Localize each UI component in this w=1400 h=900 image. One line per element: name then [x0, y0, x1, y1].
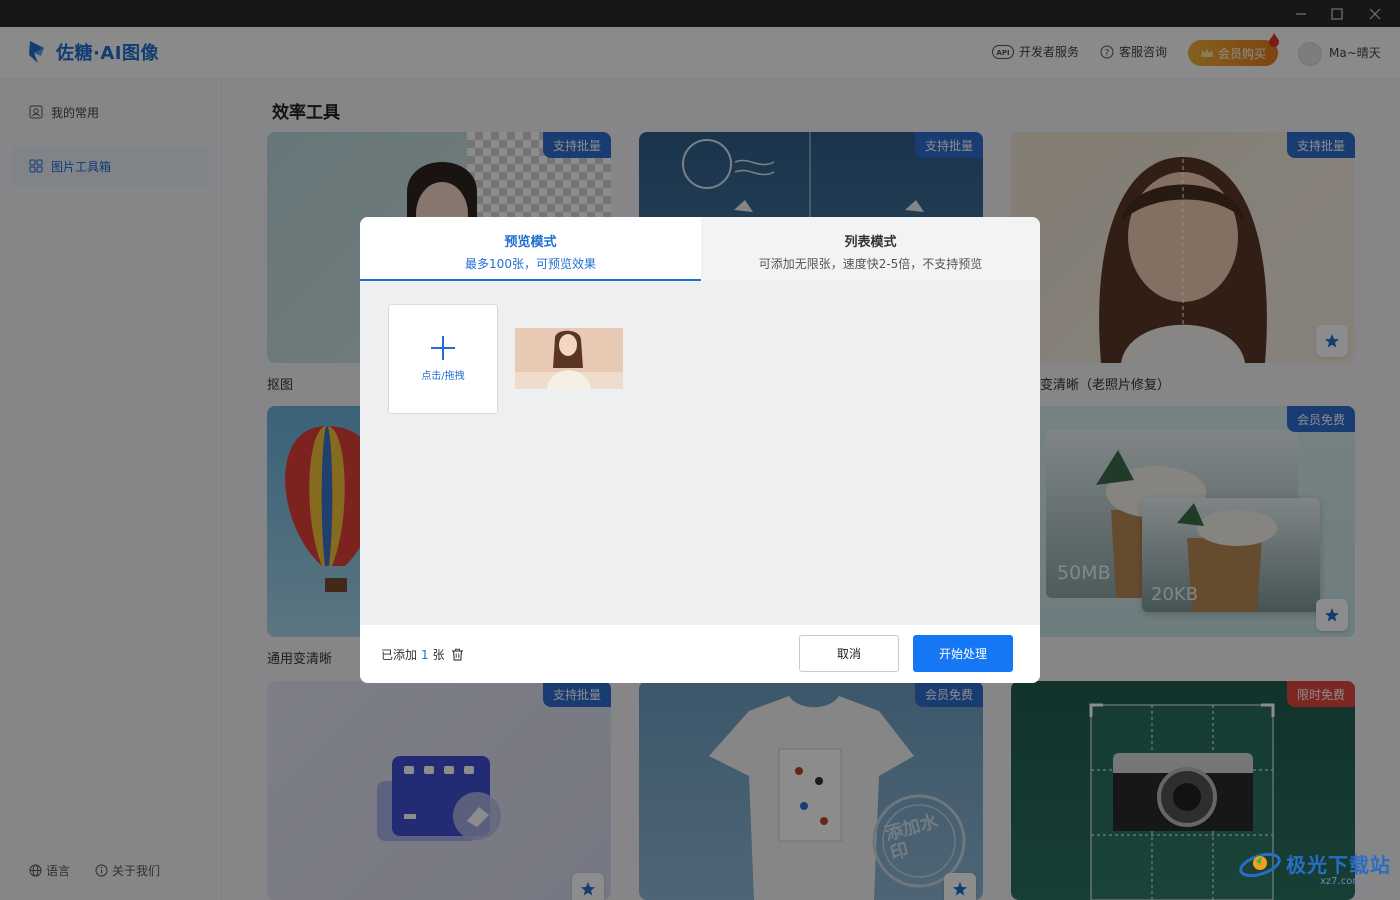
upload-area[interactable]: 点击/拖拽 [360, 281, 1040, 625]
cancel-button[interactable]: 取消 [799, 635, 899, 672]
plus-icon [430, 335, 456, 365]
tab-title: 预览模式 [504, 235, 557, 250]
add-image-button[interactable]: 点击/拖拽 [388, 304, 498, 414]
watermark-url: xz7.com [1320, 876, 1363, 887]
tab-title: 列表模式 [844, 235, 897, 250]
site-watermark: 极光下载站 [1238, 845, 1391, 881]
tab-preview-mode[interactable]: 预览模式 最多100张，可预览效果 [360, 217, 701, 281]
watermark-logo-icon [1239, 852, 1281, 878]
batch-upload-dialog: 预览模式 最多100张，可预览效果 列表模式 可添加无限张，速度快2-5倍，不支… [360, 217, 1040, 683]
added-count-number: 1 [421, 647, 429, 662]
add-image-label: 点击/拖拽 [421, 371, 465, 382]
uploaded-image-thumbnail[interactable] [515, 328, 623, 389]
trash-icon[interactable] [451, 648, 464, 661]
added-prefix: 已添加 [381, 648, 418, 662]
added-suffix: 张 [432, 648, 445, 662]
start-processing-button[interactable]: 开始处理 [913, 635, 1013, 672]
tab-subtitle: 可添加无限张，速度快2-5倍，不支持预览 [758, 257, 983, 271]
portrait-photo [515, 328, 623, 389]
tab-subtitle: 最多100张，可预览效果 [465, 257, 596, 271]
dialog-footer: 已添加 1 张 取消 开始处理 [360, 625, 1040, 683]
added-count: 已添加 1 张 [381, 646, 464, 663]
watermark-text: 极光下载站 [1286, 852, 1391, 877]
tab-list-mode[interactable]: 列表模式 可添加无限张，速度快2-5倍，不支持预览 [701, 217, 1040, 281]
